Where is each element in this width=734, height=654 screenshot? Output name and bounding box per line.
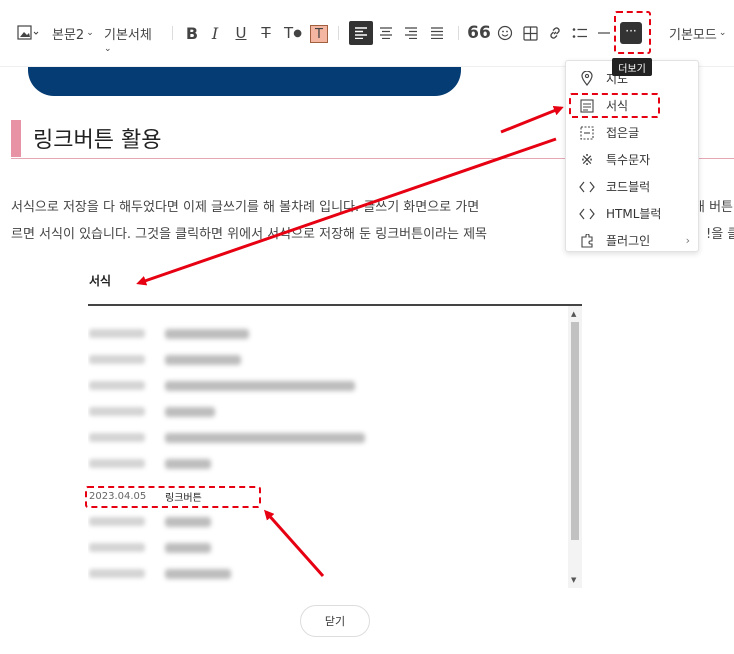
bold-icon[interactable]: B bbox=[184, 20, 200, 46]
heading-accent-bar bbox=[11, 120, 21, 157]
dialog-title: 서식 bbox=[89, 274, 112, 288]
list-item[interactable] bbox=[88, 348, 568, 374]
special-char-icon: ※ bbox=[580, 150, 594, 169]
list-item[interactable] bbox=[88, 374, 568, 400]
text-color-icon[interactable]: T ● bbox=[282, 20, 304, 46]
strikethrough-icon[interactable]: T bbox=[258, 20, 274, 46]
html-icon bbox=[578, 205, 596, 223]
menu-item-code-block[interactable]: 코드블럭 bbox=[566, 173, 698, 200]
menu-item-label: 특수문자 bbox=[606, 153, 651, 167]
table-icon[interactable] bbox=[521, 20, 539, 46]
menu-item-fold[interactable]: 접은글 bbox=[566, 119, 698, 146]
arrow-to-template-item bbox=[500, 105, 564, 134]
bullet-list-icon[interactable] bbox=[571, 20, 589, 46]
menu-item-label: 접은글 bbox=[606, 126, 640, 140]
horizontal-rule-icon[interactable] bbox=[597, 20, 611, 46]
paragraph-style-value: 본문2 bbox=[52, 27, 85, 43]
paragraph-line-1-tail: 개 버튼 bbox=[693, 200, 734, 215]
annotation-highlight-template-item bbox=[569, 93, 660, 118]
align-left-icon[interactable] bbox=[349, 21, 373, 45]
chevron-down-icon: ⌄ bbox=[104, 44, 112, 54]
chevron-right-icon: › bbox=[685, 234, 690, 247]
list-item[interactable] bbox=[88, 452, 568, 478]
editor-mode-select[interactable]: 기본모드 ⌄ bbox=[669, 20, 726, 46]
menu-item-label: 플러그인 bbox=[606, 234, 651, 248]
italic-icon[interactable]: I bbox=[208, 20, 222, 46]
annotation-highlight-more-button bbox=[614, 11, 651, 54]
chevron-down-icon: ⌄ bbox=[86, 28, 94, 38]
image-icon bbox=[17, 25, 39, 40]
paragraph-line-1: 서식으로 저장을 다 해두었다면 이제 글쓰기를 해 볼차례 입니다. 글쓰기 … bbox=[11, 200, 480, 215]
list-item[interactable] bbox=[88, 400, 568, 426]
scroll-down-icon[interactable]: ▼ bbox=[571, 576, 576, 584]
scrollbar-thumb[interactable] bbox=[571, 322, 579, 540]
more-tooltip: 더보기 bbox=[612, 58, 652, 76]
insert-image-button[interactable] bbox=[14, 20, 42, 46]
underline-icon[interactable]: U bbox=[233, 20, 249, 46]
link-icon[interactable] bbox=[546, 20, 564, 46]
menu-item-label: 코드블럭 bbox=[606, 180, 651, 194]
text-background-color-icon[interactable]: T bbox=[310, 25, 328, 43]
menu-item-plugin[interactable]: 플러그인 › bbox=[566, 227, 698, 251]
paragraph-line-2: 르면 서식이 있습니다. 그것을 클릭하면 위에서 서식으로 저장해 둔 링크버… bbox=[11, 227, 488, 242]
list-item[interactable] bbox=[88, 536, 568, 562]
editor-mode-value: 기본모드 bbox=[669, 27, 717, 43]
toolbar-divider bbox=[338, 26, 339, 40]
chevron-down-icon: ⌄ bbox=[718, 28, 727, 38]
paragraph-style-select[interactable]: 본문2 ⌄ bbox=[52, 20, 94, 46]
list-item[interactable] bbox=[88, 426, 568, 452]
plugin-icon bbox=[578, 232, 596, 250]
align-right-icon[interactable] bbox=[402, 20, 420, 46]
emoticon-icon[interactable] bbox=[496, 20, 514, 46]
fold-icon bbox=[578, 124, 596, 142]
quote-icon[interactable]: 66 bbox=[467, 20, 491, 46]
align-center-icon[interactable] bbox=[377, 20, 395, 46]
more-dropdown-menu: 지도 서식 접은글 ※ 특수문자 코드블럭 HTML블럭 플러그인 › bbox=[565, 60, 699, 252]
close-button[interactable]: 닫기 bbox=[300, 605, 370, 637]
toolbar-divider bbox=[458, 26, 459, 40]
menu-item-html-block[interactable]: HTML블럭 bbox=[566, 200, 698, 227]
code-icon bbox=[578, 178, 596, 196]
paragraph-line-2-tail: !을 클 bbox=[706, 227, 734, 242]
align-justify-icon[interactable] bbox=[428, 20, 446, 46]
map-pin-icon bbox=[578, 70, 596, 88]
template-list: 2023.04.05 링크버튼 bbox=[88, 306, 582, 588]
list-item[interactable] bbox=[88, 322, 568, 348]
scroll-up-icon[interactable]: ▲ bbox=[571, 310, 576, 318]
annotation-highlight-list-row bbox=[85, 486, 261, 508]
list-item[interactable] bbox=[88, 562, 568, 588]
section-heading: 링크버튼 활용 bbox=[33, 128, 162, 153]
toolbar-divider bbox=[172, 26, 173, 40]
menu-item-special-char[interactable]: ※ 특수문자 bbox=[566, 146, 698, 173]
list-item[interactable] bbox=[88, 510, 568, 536]
menu-item-label: HTML블럭 bbox=[606, 207, 662, 221]
